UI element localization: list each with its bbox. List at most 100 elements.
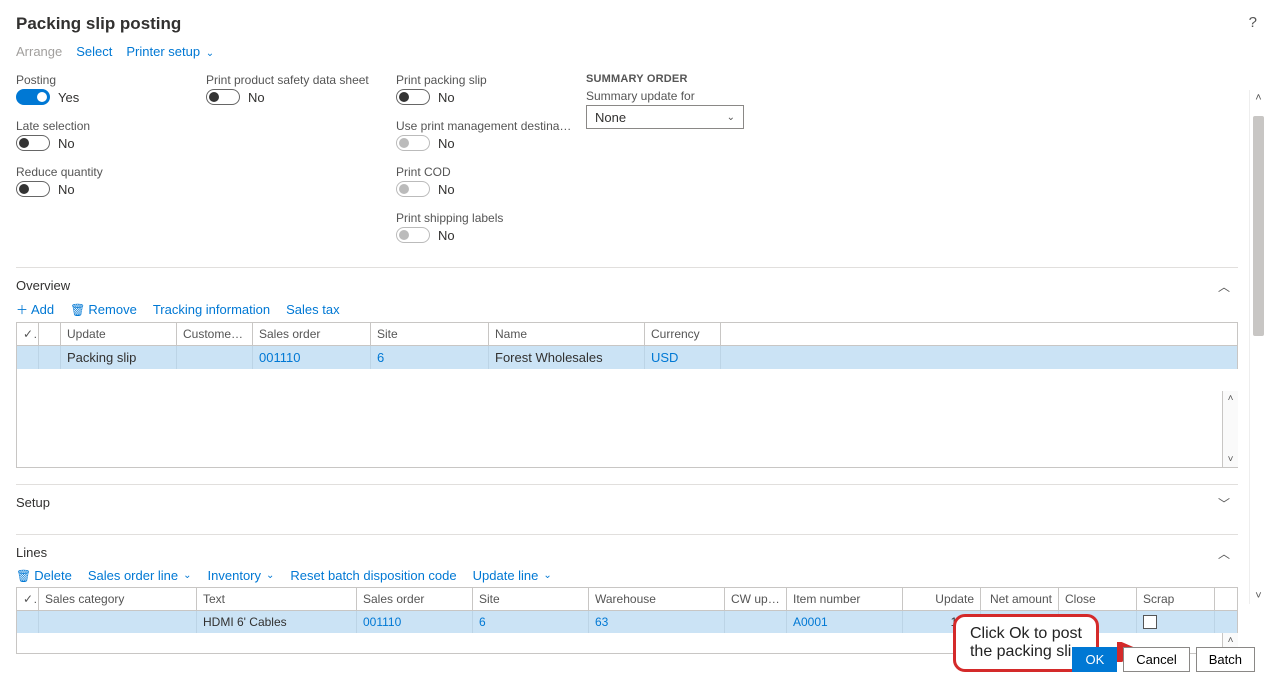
lines-title: Lines bbox=[16, 545, 1238, 560]
overview-col-name[interactable]: Name bbox=[489, 323, 645, 345]
chevron-down-icon: ⌄ bbox=[543, 570, 551, 581]
lines-row-cw-update bbox=[725, 611, 787, 633]
overview-row-site[interactable]: 6 bbox=[371, 346, 489, 369]
overview-toolbar: ＋Add 🗑Remove Tracking information Sales … bbox=[16, 301, 1238, 318]
lines-inventory-button[interactable]: Inventory ⌄ bbox=[208, 568, 275, 583]
help-icon[interactable]: ? bbox=[1249, 14, 1257, 31]
overview-col-site[interactable]: Site bbox=[371, 323, 489, 345]
reduce-quantity-label: Reduce quantity bbox=[16, 165, 206, 179]
overview-row-sales-order[interactable]: 001110 bbox=[253, 346, 371, 369]
overview-collapse[interactable]: ︿ bbox=[1218, 278, 1230, 295]
posting-toggle[interactable] bbox=[16, 89, 50, 105]
overview-col-sales-order[interactable]: Sales order bbox=[253, 323, 371, 345]
overview-row[interactable]: Packing slip 001110 6 Forest Wholesales … bbox=[17, 346, 1238, 369]
use-print-mgmt-value: No bbox=[438, 136, 455, 151]
lines-col-scrap[interactable]: Scrap bbox=[1137, 588, 1215, 610]
lines-grid-header: ✓ Sales category Text Sales order Site W… bbox=[17, 588, 1238, 611]
scroll-up-icon[interactable]: ˄ bbox=[1228, 633, 1234, 648]
lines-col-sales-order[interactable]: Sales order bbox=[357, 588, 473, 610]
toolbar-printer-setup[interactable]: Printer setup ⌄ bbox=[126, 44, 214, 59]
overview-col-update[interactable]: Update bbox=[61, 323, 177, 345]
scrap-checkbox[interactable] bbox=[1143, 615, 1157, 629]
page-title: Packing slip posting bbox=[16, 14, 1238, 34]
lines-col-net-amount[interactable]: Net amount bbox=[981, 588, 1059, 610]
toolbar-select[interactable]: Select bbox=[76, 44, 112, 59]
lines-row-site[interactable]: 6 bbox=[473, 611, 589, 633]
posting-value: Yes bbox=[58, 90, 79, 105]
chevron-down-icon: ⌄ bbox=[266, 570, 274, 581]
annotation-line-1: Click Ok to post bbox=[970, 625, 1082, 643]
lines-sales-order-line-button[interactable]: Sales order line⌄ bbox=[88, 568, 192, 583]
dialog-footer: OK Cancel Batch bbox=[1072, 647, 1255, 672]
lines-update-line-label: Update line bbox=[473, 568, 539, 583]
overview-col-check[interactable]: ✓ bbox=[17, 323, 39, 345]
lines-reset-batch-button[interactable]: Reset batch disposition code bbox=[290, 568, 456, 583]
setup-fasttab[interactable]: Setup ﹀ bbox=[16, 484, 1238, 528]
late-selection-label: Late selection bbox=[16, 119, 206, 133]
lines-col-item-number[interactable]: Item number bbox=[787, 588, 903, 610]
lines-delete-button[interactable]: 🗑Delete bbox=[16, 568, 72, 583]
scrollbar-thumb[interactable] bbox=[1253, 116, 1264, 336]
print-psds-label: Print product safety data sheet bbox=[206, 73, 396, 87]
overview-grid: ✓ Update Customer pa… Sales order Site N… bbox=[16, 322, 1238, 468]
print-cod-toggle bbox=[396, 181, 430, 197]
lines-row-warehouse[interactable]: 63 bbox=[589, 611, 725, 633]
overview-row-name: Forest Wholesales bbox=[489, 346, 645, 369]
scroll-down-icon[interactable]: ˅ bbox=[1250, 590, 1267, 602]
overview-salestax-button[interactable]: Sales tax bbox=[286, 302, 339, 317]
lines-col-warehouse[interactable]: Warehouse bbox=[589, 588, 725, 610]
lines-col-text[interactable]: Text bbox=[197, 588, 357, 610]
summary-update-for-select[interactable]: None ⌄ bbox=[586, 105, 744, 129]
batch-button[interactable]: Batch bbox=[1196, 647, 1255, 672]
print-packing-slip-toggle[interactable] bbox=[396, 89, 430, 105]
overview-add-label: Add bbox=[31, 302, 54, 317]
cancel-button[interactable]: Cancel bbox=[1123, 647, 1189, 672]
print-psds-toggle[interactable] bbox=[206, 89, 240, 105]
lines-col-close[interactable]: Close bbox=[1059, 588, 1137, 610]
lines-update-line-button[interactable]: Update line ⌄ bbox=[473, 568, 552, 583]
scroll-down-icon[interactable]: ˅ bbox=[1228, 452, 1234, 467]
overview-row-customer-pa bbox=[177, 346, 253, 369]
plus-icon: ＋ bbox=[16, 301, 28, 318]
scroll-up-icon[interactable]: ˄ bbox=[1228, 391, 1234, 406]
overview-tracking-button[interactable]: Tracking information bbox=[153, 302, 270, 317]
overview-grid-scrollbar[interactable]: ˄ ˅ bbox=[1222, 391, 1238, 467]
parameters-panel: Posting Yes Late selection No Reduce qua… bbox=[16, 73, 1238, 257]
lines-row-text: HDMI 6' Cables bbox=[197, 611, 357, 633]
lines-col-update[interactable]: Update bbox=[903, 588, 981, 610]
overview-col-currency[interactable]: Currency bbox=[645, 323, 721, 345]
page-scrollbar[interactable]: ˄ ˅ bbox=[1249, 90, 1267, 604]
setup-expand[interactable]: ﹀ bbox=[1218, 495, 1230, 512]
ok-button[interactable]: OK bbox=[1072, 647, 1117, 672]
lines-col-site[interactable]: Site bbox=[473, 588, 589, 610]
print-packing-slip-value: No bbox=[438, 90, 455, 105]
print-packing-slip-label: Print packing slip bbox=[396, 73, 586, 87]
lines-row-scrap[interactable] bbox=[1137, 611, 1215, 633]
lines-col-cw-update[interactable]: CW update bbox=[725, 588, 787, 610]
overview-add-button[interactable]: ＋Add bbox=[16, 301, 54, 318]
late-selection-value: No bbox=[58, 136, 75, 151]
lines-col-check[interactable]: ✓ bbox=[17, 588, 39, 610]
overview-remove-button[interactable]: 🗑Remove bbox=[70, 302, 137, 317]
page-toolbar: Arrange Select Printer setup ⌄ bbox=[16, 44, 1238, 59]
lines-sol-label: Sales order line bbox=[88, 568, 178, 583]
print-shipping-labels-value: No bbox=[438, 228, 455, 243]
toolbar-printer-setup-label: Printer setup bbox=[126, 44, 200, 59]
setup-title: Setup bbox=[16, 495, 1238, 510]
late-selection-toggle[interactable] bbox=[16, 135, 50, 151]
lines-row-item-number[interactable]: A0001 bbox=[787, 611, 903, 633]
overview-col-customer-pa[interactable]: Customer pa… bbox=[177, 323, 253, 345]
summary-update-for-value: None bbox=[595, 110, 626, 125]
lines-col-sales-category[interactable]: Sales category bbox=[39, 588, 197, 610]
lines-collapse[interactable]: ︿ bbox=[1218, 545, 1230, 562]
reduce-quantity-value: No bbox=[58, 182, 75, 197]
overview-row-currency[interactable]: USD bbox=[645, 346, 721, 369]
lines-inventory-label: Inventory bbox=[208, 568, 261, 583]
use-print-mgmt-label: Use print management destina… bbox=[396, 119, 586, 133]
lines-row-sales-order[interactable]: 001110 bbox=[357, 611, 473, 633]
print-shipping-labels-toggle bbox=[396, 227, 430, 243]
overview-title: Overview bbox=[16, 278, 1238, 293]
reduce-quantity-toggle[interactable] bbox=[16, 181, 50, 197]
scroll-up-icon[interactable]: ˄ bbox=[1250, 92, 1267, 104]
overview-remove-label: Remove bbox=[88, 302, 136, 317]
